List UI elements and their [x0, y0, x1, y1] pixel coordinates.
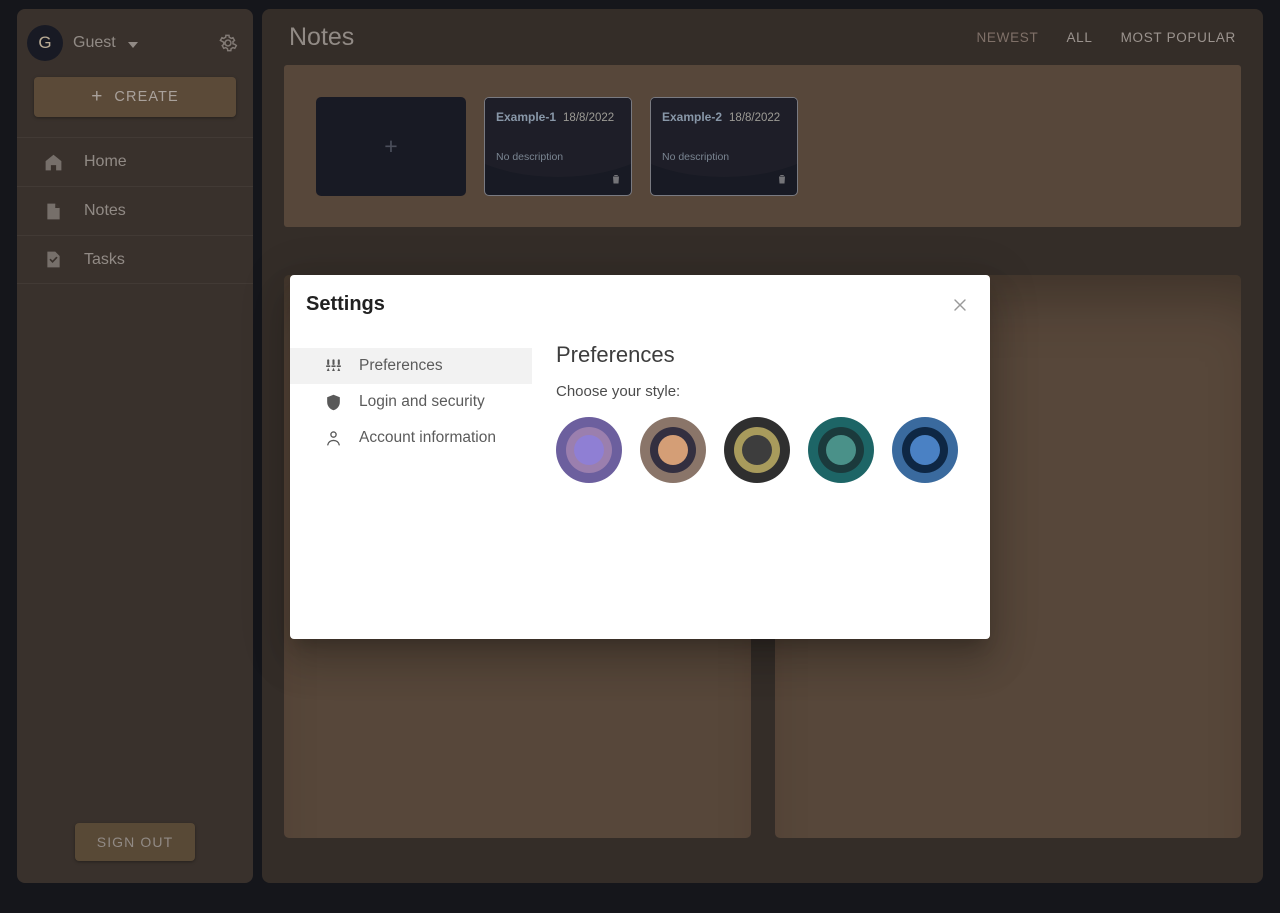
dialog-body: Preferences Login and security: [290, 337, 990, 639]
dialog-nav-label: Login and security: [359, 393, 485, 411]
dialog-nav-item-account-information[interactable]: Account information: [290, 420, 532, 456]
shield-icon: [324, 393, 343, 412]
swatch-inner-dot: [910, 435, 940, 465]
style-swatch-teal[interactable]: [808, 417, 874, 483]
dialog-content: Preferences Choose your style:: [532, 337, 990, 639]
swatch-mid-ring: [650, 427, 696, 473]
swatch-inner-dot: [658, 435, 688, 465]
swatch-mid-ring: [902, 427, 948, 473]
app-root: G Guest + CREATE Ho: [0, 0, 1280, 913]
dialog-nav-item-login-and-security[interactable]: Login and security: [290, 384, 532, 420]
settings-dialog: Settings: [290, 275, 990, 639]
dialog-nav-label: Account information: [359, 429, 496, 447]
style-swatch-list: [556, 417, 990, 483]
swatch-mid-ring: [566, 427, 612, 473]
dialog-nav-item-preferences[interactable]: Preferences: [290, 348, 532, 384]
swatch-inner-dot: [826, 435, 856, 465]
dialog-nav: Preferences Login and security: [290, 337, 532, 639]
style-swatch-blue[interactable]: [892, 417, 958, 483]
style-swatch-brown[interactable]: [640, 417, 706, 483]
swatch-inner-dot: [574, 435, 604, 465]
style-swatch-dark-gold[interactable]: [724, 417, 790, 483]
tune-sliders-icon: [324, 357, 343, 376]
style-swatch-purple[interactable]: [556, 417, 622, 483]
preferences-heading: Preferences: [556, 342, 990, 368]
swatch-mid-ring: [818, 427, 864, 473]
dialog-title: Settings: [306, 293, 385, 316]
dialog-nav-label: Preferences: [359, 357, 443, 375]
choose-style-label: Choose your style:: [556, 383, 990, 400]
close-icon[interactable]: [946, 291, 974, 319]
swatch-mid-ring: [734, 427, 780, 473]
swatch-inner-dot: [742, 435, 772, 465]
person-icon: [324, 429, 343, 448]
